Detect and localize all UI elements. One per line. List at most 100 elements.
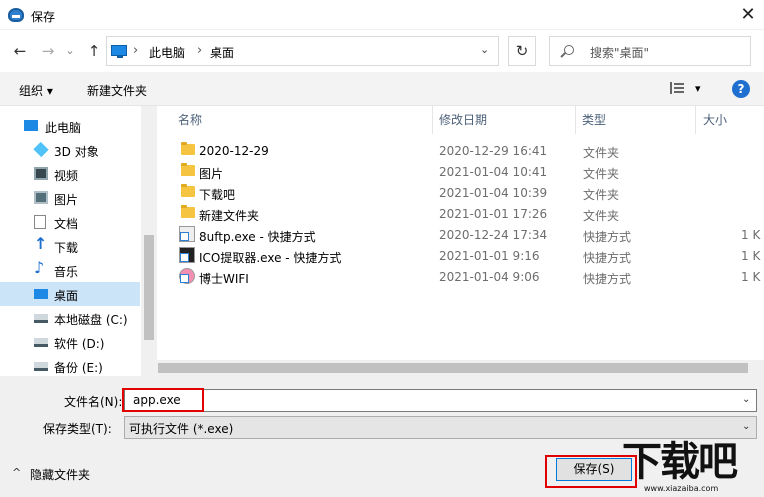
breadcrumb-separator: ›: [197, 43, 203, 58]
folder-icon: [181, 205, 195, 218]
file-type: 文件夹: [583, 167, 620, 181]
column-header-size[interactable]: 大小: [703, 111, 727, 128]
column-header-date[interactable]: 修改日期: [439, 111, 487, 128]
file-date: 2021-01-04 10:41: [439, 165, 548, 179]
sidebar-item-drive-c[interactable]: 本地磁盘 (C:): [0, 306, 140, 330]
ftp-shortcut-icon: [179, 226, 195, 242]
file-name: 博士WIFI: [199, 272, 249, 286]
sidebar-item-label: 视频: [54, 169, 79, 183]
column-divider[interactable]: [432, 106, 433, 134]
breadcrumb-desktop[interactable]: 桌面: [210, 44, 234, 61]
watermark-logo: 下载吧 www.xiazaiba.com: [622, 438, 764, 497]
file-type: 快捷方式: [583, 230, 632, 244]
chevron-down-icon[interactable]: ⌄: [742, 394, 750, 405]
sidebar-item-label: 文档: [54, 217, 79, 231]
picture-icon: [34, 191, 48, 204]
file-row[interactable]: 博士WIFI 2021-01-04 9:06 快捷方式 1 K: [157, 266, 764, 287]
document-icon: [34, 215, 46, 229]
file-type: 文件夹: [583, 146, 620, 160]
sidebar-item-drive-d[interactable]: 软件 (D:): [0, 330, 140, 354]
file-date: 2021-01-04 10:39: [439, 186, 548, 200]
close-icon[interactable]: ✕: [734, 3, 762, 27]
file-row[interactable]: 下载吧 2021-01-04 10:39 文件夹: [157, 182, 764, 203]
sidebar-item-label: 图片: [54, 193, 79, 207]
sidebar-scroll-thumb[interactable]: [144, 235, 154, 340]
sidebar-item-music[interactable]: ♪ 音乐: [0, 258, 140, 282]
help-icon[interactable]: ?: [732, 80, 750, 98]
sidebar-item-pictures[interactable]: 图片: [0, 186, 140, 210]
view-dropdown-icon[interactable]: ▾: [695, 82, 701, 95]
forward-arrow-icon[interactable]: →: [38, 41, 58, 61]
view-options-icon[interactable]: [670, 82, 684, 94]
video-icon: [34, 167, 48, 180]
watermark-text: 下载吧: [622, 439, 738, 485]
column-divider[interactable]: [575, 106, 576, 134]
sidebar-item-this-pc[interactable]: 此电脑: [0, 114, 140, 138]
file-type: 快捷方式: [583, 272, 632, 286]
column-header-type[interactable]: 类型: [582, 111, 606, 128]
title-bar: 保存 ✕: [0, 0, 764, 30]
file-size: 1 K: [741, 270, 761, 284]
folder-icon: [181, 142, 195, 155]
chevron-down-icon[interactable]: ⌄: [742, 421, 750, 432]
column-header-name[interactable]: 名称: [178, 111, 202, 128]
breadcrumb-this-pc[interactable]: 此电脑: [149, 44, 185, 61]
file-name: 图片: [199, 167, 224, 181]
sidebar-item-label: 此电脑: [45, 121, 82, 135]
hide-folders-button[interactable]: 隐藏文件夹: [30, 466, 90, 483]
address-bar[interactable]: › 此电脑 › 桌面 ⌄: [106, 36, 499, 66]
file-type: 文件夹: [583, 209, 620, 223]
folder-icon: [181, 184, 195, 197]
sidebar-item-desktop[interactable]: 桌面: [0, 282, 140, 306]
file-row[interactable]: ICO提取器.exe - 快捷方式 2021-01-01 9:16 快捷方式 1…: [157, 245, 764, 266]
sidebar-item-downloads[interactable]: ↑ 下载: [0, 234, 140, 258]
horizontal-scroll-thumb[interactable]: [158, 363, 748, 373]
back-arrow-icon[interactable]: ←: [10, 41, 30, 61]
pc-icon: [111, 45, 127, 58]
sidebar-item-3d-objects[interactable]: 3D 对象: [0, 138, 140, 162]
sidebar-item-videos[interactable]: 视频: [0, 162, 140, 186]
highlight-box-filename: [122, 388, 204, 412]
file-row[interactable]: 2020-12-29 2020-12-29 16:41 文件夹: [157, 140, 764, 161]
ico-extractor-shortcut-icon: [179, 247, 195, 263]
file-date: 2021-01-04 9:06: [439, 270, 540, 284]
watermark-url: www.xiazaiba.com: [644, 484, 719, 493]
filetype-select[interactable]: 可执行文件 (*.exe) ⌄: [124, 416, 757, 439]
file-name: 2020-12-29: [199, 144, 269, 158]
file-row[interactable]: 8uftp.exe - 快捷方式 2020-12-24 17:34 快捷方式 1…: [157, 224, 764, 245]
cube-icon: [33, 141, 49, 158]
file-date: 2021-01-01 9:16: [439, 249, 540, 263]
file-name: 新建文件夹: [199, 209, 260, 223]
file-row[interactable]: 新建文件夹 2021-01-01 17:26 文件夹: [157, 203, 764, 224]
chevron-down-icon[interactable]: ⌄: [480, 43, 489, 56]
sidebar-item-label: 下载: [54, 241, 79, 255]
file-size: 1 K: [741, 249, 761, 263]
drive-icon: [34, 362, 48, 371]
file-size: 1 K: [741, 228, 761, 242]
app-icon: [8, 8, 24, 22]
pc-icon: [24, 120, 38, 131]
search-box[interactable]: 搜索"桌面": [549, 36, 751, 66]
chevron-up-icon[interactable]: ^: [12, 466, 21, 479]
window-title: 保存: [31, 10, 56, 24]
organize-button[interactable]: 组织 ▾: [19, 82, 53, 99]
new-folder-button[interactable]: 新建文件夹: [87, 82, 147, 99]
file-name: ICO提取器.exe - 快捷方式: [199, 251, 342, 265]
filename-label: 文件名(N):: [64, 395, 123, 409]
up-arrow-icon[interactable]: ↑: [84, 41, 104, 61]
file-date: 2021-01-01 17:26: [439, 207, 548, 221]
file-row[interactable]: 图片 2021-01-04 10:41 文件夹: [157, 161, 764, 182]
sidebar-item-label: 备份 (E:): [54, 361, 103, 375]
refresh-icon[interactable]: ↻: [508, 36, 536, 66]
command-toolbar: 组织 ▾ 新建文件夹 ▾ ?: [0, 72, 764, 106]
filename-input[interactable]: app.exe ⌄: [124, 389, 757, 412]
column-divider[interactable]: [695, 106, 696, 134]
sidebar-item-drive-e[interactable]: 备份 (E:): [0, 354, 140, 376]
recent-locations-icon[interactable]: ⌄: [60, 41, 80, 61]
file-name: 下载吧: [199, 188, 236, 202]
breadcrumb-separator: ›: [133, 43, 139, 58]
file-name: 8uftp.exe - 快捷方式: [199, 230, 316, 244]
search-icon: [564, 45, 574, 55]
sidebar-item-label: 软件 (D:): [54, 337, 105, 351]
sidebar-item-documents[interactable]: 文档: [0, 210, 140, 234]
